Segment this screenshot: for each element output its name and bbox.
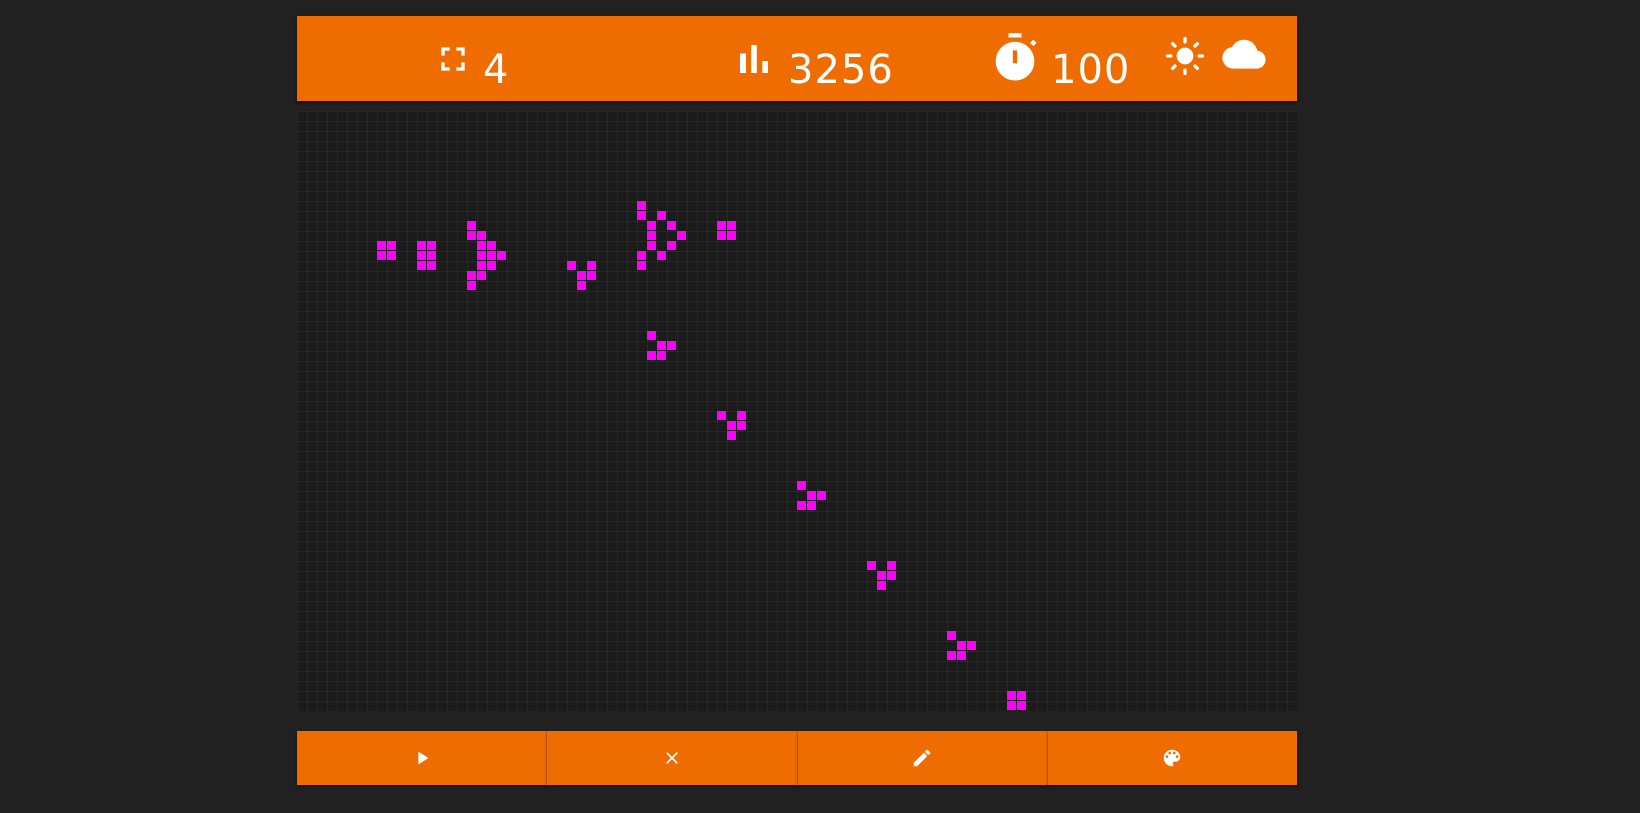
live-cell[interactable]	[587, 271, 596, 280]
live-cell[interactable]	[717, 231, 726, 240]
live-cell[interactable]	[477, 241, 486, 250]
live-cell[interactable]	[377, 241, 386, 250]
live-cell[interactable]	[957, 641, 966, 650]
live-cell[interactable]	[1007, 691, 1016, 700]
palette-icon	[1164, 749, 1181, 767]
live-cell[interactable]	[497, 251, 506, 260]
live-cell[interactable]	[417, 251, 426, 260]
live-cell[interactable]	[737, 421, 746, 430]
palette-button[interactable]	[1047, 731, 1297, 785]
live-cell[interactable]	[567, 261, 576, 270]
live-cell[interactable]	[887, 561, 896, 570]
live-cell[interactable]	[727, 221, 736, 230]
live-cell[interactable]	[877, 581, 886, 590]
live-cell[interactable]	[477, 231, 486, 240]
live-cell[interactable]	[637, 261, 646, 270]
live-cell[interactable]	[577, 271, 586, 280]
board-size-value: 4	[483, 46, 510, 93]
live-cell[interactable]	[727, 431, 736, 440]
live-cell[interactable]	[657, 351, 666, 360]
speed-stat: 100	[989, 16, 1130, 101]
live-cell[interactable]	[947, 651, 956, 660]
live-cell[interactable]	[587, 261, 596, 270]
cloud-icon[interactable]	[1222, 38, 1266, 74]
pencil-icon	[913, 749, 931, 767]
cell-layer[interactable]	[297, 111, 1297, 711]
live-cell[interactable]	[387, 251, 396, 260]
live-cell[interactable]	[717, 221, 726, 230]
brightness-icon[interactable]	[1165, 36, 1205, 76]
live-cell[interactable]	[427, 251, 436, 260]
play-icon	[417, 751, 429, 765]
live-cell[interactable]	[487, 241, 496, 250]
generation-value: 3256	[788, 46, 894, 93]
live-cell[interactable]	[417, 241, 426, 250]
live-cell[interactable]	[577, 281, 586, 290]
live-cell[interactable]	[477, 251, 486, 260]
board-size-stat: 4	[433, 16, 509, 101]
game-board[interactable]	[297, 111, 1297, 711]
live-cell[interactable]	[807, 501, 816, 510]
live-cell[interactable]	[427, 241, 436, 250]
live-cell[interactable]	[647, 221, 656, 230]
live-cell[interactable]	[377, 251, 386, 260]
fullscreen-icon	[441, 46, 465, 71]
edit-button[interactable]	[797, 731, 1048, 785]
live-cell[interactable]	[957, 651, 966, 660]
live-cell[interactable]	[647, 331, 656, 340]
live-cell[interactable]	[387, 241, 396, 250]
bar-chart-icon	[740, 44, 768, 73]
live-cell[interactable]	[1017, 691, 1026, 700]
live-cell[interactable]	[427, 261, 436, 270]
live-cell[interactable]	[877, 571, 886, 580]
live-cell[interactable]	[1017, 701, 1026, 710]
live-cell[interactable]	[797, 501, 806, 510]
live-cell[interactable]	[657, 211, 666, 220]
live-cell[interactable]	[467, 231, 476, 240]
live-cell[interactable]	[737, 411, 746, 420]
live-cell[interactable]	[727, 421, 736, 430]
live-cell[interactable]	[477, 261, 486, 270]
bottom-toolbar	[297, 731, 1297, 785]
live-cell[interactable]	[817, 491, 826, 500]
live-cell[interactable]	[947, 631, 956, 640]
live-cell[interactable]	[647, 351, 656, 360]
live-cell[interactable]	[467, 271, 476, 280]
live-cell[interactable]	[637, 251, 646, 260]
live-cell[interactable]	[717, 411, 726, 420]
live-cell[interactable]	[967, 641, 976, 650]
stopwatch-icon	[995, 32, 1037, 81]
live-cell[interactable]	[487, 261, 496, 270]
live-cell[interactable]	[677, 231, 686, 240]
live-cell[interactable]	[727, 231, 736, 240]
live-cell[interactable]	[417, 261, 426, 270]
live-cell[interactable]	[637, 201, 646, 210]
top-bar: 4 3256 100	[297, 16, 1297, 101]
live-cell[interactable]	[487, 251, 496, 260]
live-cell[interactable]	[467, 281, 476, 290]
live-cell[interactable]	[647, 241, 656, 250]
live-cell[interactable]	[867, 561, 876, 570]
generation-stat: 3256	[730, 16, 894, 101]
play-button[interactable]	[297, 731, 548, 785]
live-cell[interactable]	[797, 481, 806, 490]
live-cell[interactable]	[667, 241, 676, 250]
live-cell[interactable]	[657, 251, 666, 260]
close-icon	[666, 752, 678, 764]
live-cell[interactable]	[667, 221, 676, 230]
live-cell[interactable]	[887, 571, 896, 580]
live-cell[interactable]	[807, 491, 816, 500]
clear-button[interactable]	[547, 731, 798, 785]
live-cell[interactable]	[647, 231, 656, 240]
live-cell[interactable]	[1007, 701, 1016, 710]
live-cell[interactable]	[657, 341, 666, 350]
live-cell[interactable]	[667, 341, 676, 350]
speed-value: 100	[1051, 46, 1131, 93]
live-cell[interactable]	[467, 221, 476, 230]
live-cell[interactable]	[637, 211, 646, 220]
live-cell[interactable]	[477, 271, 486, 280]
